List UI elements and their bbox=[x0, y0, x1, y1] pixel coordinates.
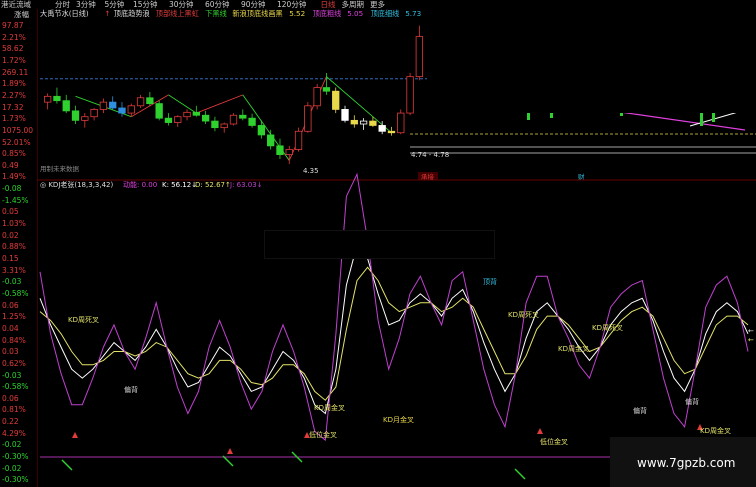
candle-body bbox=[406, 76, 414, 114]
candle-body bbox=[164, 117, 173, 123]
candle-body bbox=[99, 101, 108, 110]
candle-body bbox=[220, 123, 228, 129]
kdj-dyn: 动能: 0.00 bbox=[123, 180, 157, 189]
j-low-segment bbox=[514, 468, 526, 480]
candle-body bbox=[415, 36, 424, 78]
candle-body bbox=[229, 114, 238, 125]
partial-candle bbox=[712, 112, 715, 122]
j-low-segment bbox=[61, 459, 73, 471]
candle-body bbox=[192, 111, 200, 116]
candle-body bbox=[387, 130, 396, 134]
j-low-segment bbox=[222, 455, 234, 467]
candle-body bbox=[109, 101, 117, 109]
signal-arrow bbox=[227, 448, 233, 454]
trend-line bbox=[168, 94, 197, 114]
candle-body bbox=[53, 95, 61, 102]
ind-5-val: 5.05 bbox=[347, 9, 363, 18]
redacted-box bbox=[264, 230, 495, 259]
watermark-text: www.7gpzb.com bbox=[637, 456, 736, 470]
candle-body bbox=[118, 107, 126, 114]
kdj-annotation: 偏背 bbox=[685, 397, 699, 406]
candle-body bbox=[285, 149, 293, 155]
kdj-annotation: KD周金叉 bbox=[314, 403, 345, 412]
ind-4-val: 5.52 bbox=[289, 9, 305, 18]
kdj-annotation: KD周死叉 bbox=[68, 316, 99, 324]
candle-body bbox=[81, 116, 89, 121]
kdj-annotation: KD月金叉 bbox=[383, 415, 414, 424]
candle-body bbox=[62, 100, 70, 112]
kdj-annotation: 顶背 bbox=[483, 277, 497, 286]
candle-body bbox=[90, 109, 98, 118]
partial-candle bbox=[700, 112, 703, 126]
candle-body bbox=[267, 134, 275, 147]
chart-title: 大禹节水(日线) bbox=[40, 9, 89, 18]
ind-3: 下黑线 bbox=[205, 9, 227, 18]
kdj-name: ◎ KDJ老张(18,3,3,42) bbox=[40, 180, 114, 189]
partial-candle bbox=[527, 112, 530, 120]
kdj-annotation: 低位金叉 bbox=[540, 437, 568, 446]
candle-body bbox=[350, 119, 358, 125]
candle-body bbox=[378, 125, 386, 132]
candle-body bbox=[359, 120, 368, 125]
candle-body bbox=[332, 90, 340, 110]
kdj-annotation: 偏背 bbox=[633, 406, 647, 415]
candle-body bbox=[201, 114, 210, 122]
candle-body bbox=[313, 87, 321, 107]
candle-body bbox=[294, 130, 303, 150]
candle-body bbox=[183, 111, 191, 118]
ind-6: 顶底细线 bbox=[371, 9, 400, 18]
candle-body bbox=[276, 145, 284, 156]
candle-body bbox=[71, 110, 80, 121]
candle-body bbox=[322, 87, 331, 92]
ind-1: 顶底趋势浪 bbox=[114, 9, 150, 18]
signal-arrow bbox=[72, 432, 78, 438]
candle-body bbox=[174, 116, 182, 123]
ind-4: 新浪顶底线画黑 bbox=[232, 9, 282, 18]
candle-body bbox=[304, 105, 312, 132]
candle-body bbox=[127, 105, 135, 114]
kdj-d: D: 52.67↑ bbox=[195, 181, 231, 189]
kdj-line-D bbox=[39, 266, 749, 401]
candle-body bbox=[239, 114, 247, 119]
candle-body bbox=[43, 95, 52, 103]
right-arrow: ← bbox=[748, 336, 754, 344]
kdj-j: J: 63.03↓ bbox=[229, 181, 263, 189]
price-range-label: 4.74 - 4.78 bbox=[411, 151, 449, 159]
blank-area bbox=[427, 0, 756, 113]
up-arrow: ↑ bbox=[104, 9, 110, 18]
candle-body bbox=[146, 97, 154, 105]
kdj-k: K: 56.12↓ bbox=[162, 181, 197, 189]
price-low-label: 4.35 bbox=[303, 167, 319, 175]
kdj-annotation: KD周死叉 bbox=[592, 324, 623, 332]
watermark: www.7gpzb.com bbox=[610, 437, 756, 487]
candle-body bbox=[397, 112, 405, 134]
candle-body bbox=[155, 103, 163, 119]
kdj-annotation: 偏背 bbox=[124, 385, 138, 394]
candle-body bbox=[257, 125, 266, 136]
signal-arrow bbox=[537, 428, 543, 434]
candle-body bbox=[369, 120, 377, 126]
kdj-annotation: KD周金叉 bbox=[700, 426, 731, 435]
bottom-note: 用制未来数据 bbox=[40, 164, 80, 173]
kdj-annotation: KD周金叉 bbox=[558, 344, 589, 353]
kdj-annotation: KD周死叉 bbox=[508, 311, 539, 319]
candle-body bbox=[136, 97, 145, 107]
candle-body bbox=[211, 120, 219, 129]
candle-body bbox=[341, 109, 349, 121]
pink-line bbox=[619, 111, 746, 131]
ind-2: 顶部线上黑虹 bbox=[156, 9, 199, 18]
trend-line bbox=[196, 94, 243, 114]
ind-5: 顶底粗线 bbox=[313, 9, 342, 18]
candle-body bbox=[248, 117, 256, 126]
kdj-line-K bbox=[39, 244, 749, 415]
right-arrow: ← bbox=[748, 327, 754, 335]
kdj-annotation: 低位金叉 bbox=[309, 430, 337, 439]
ind-6-val: 5.73 bbox=[405, 9, 421, 18]
